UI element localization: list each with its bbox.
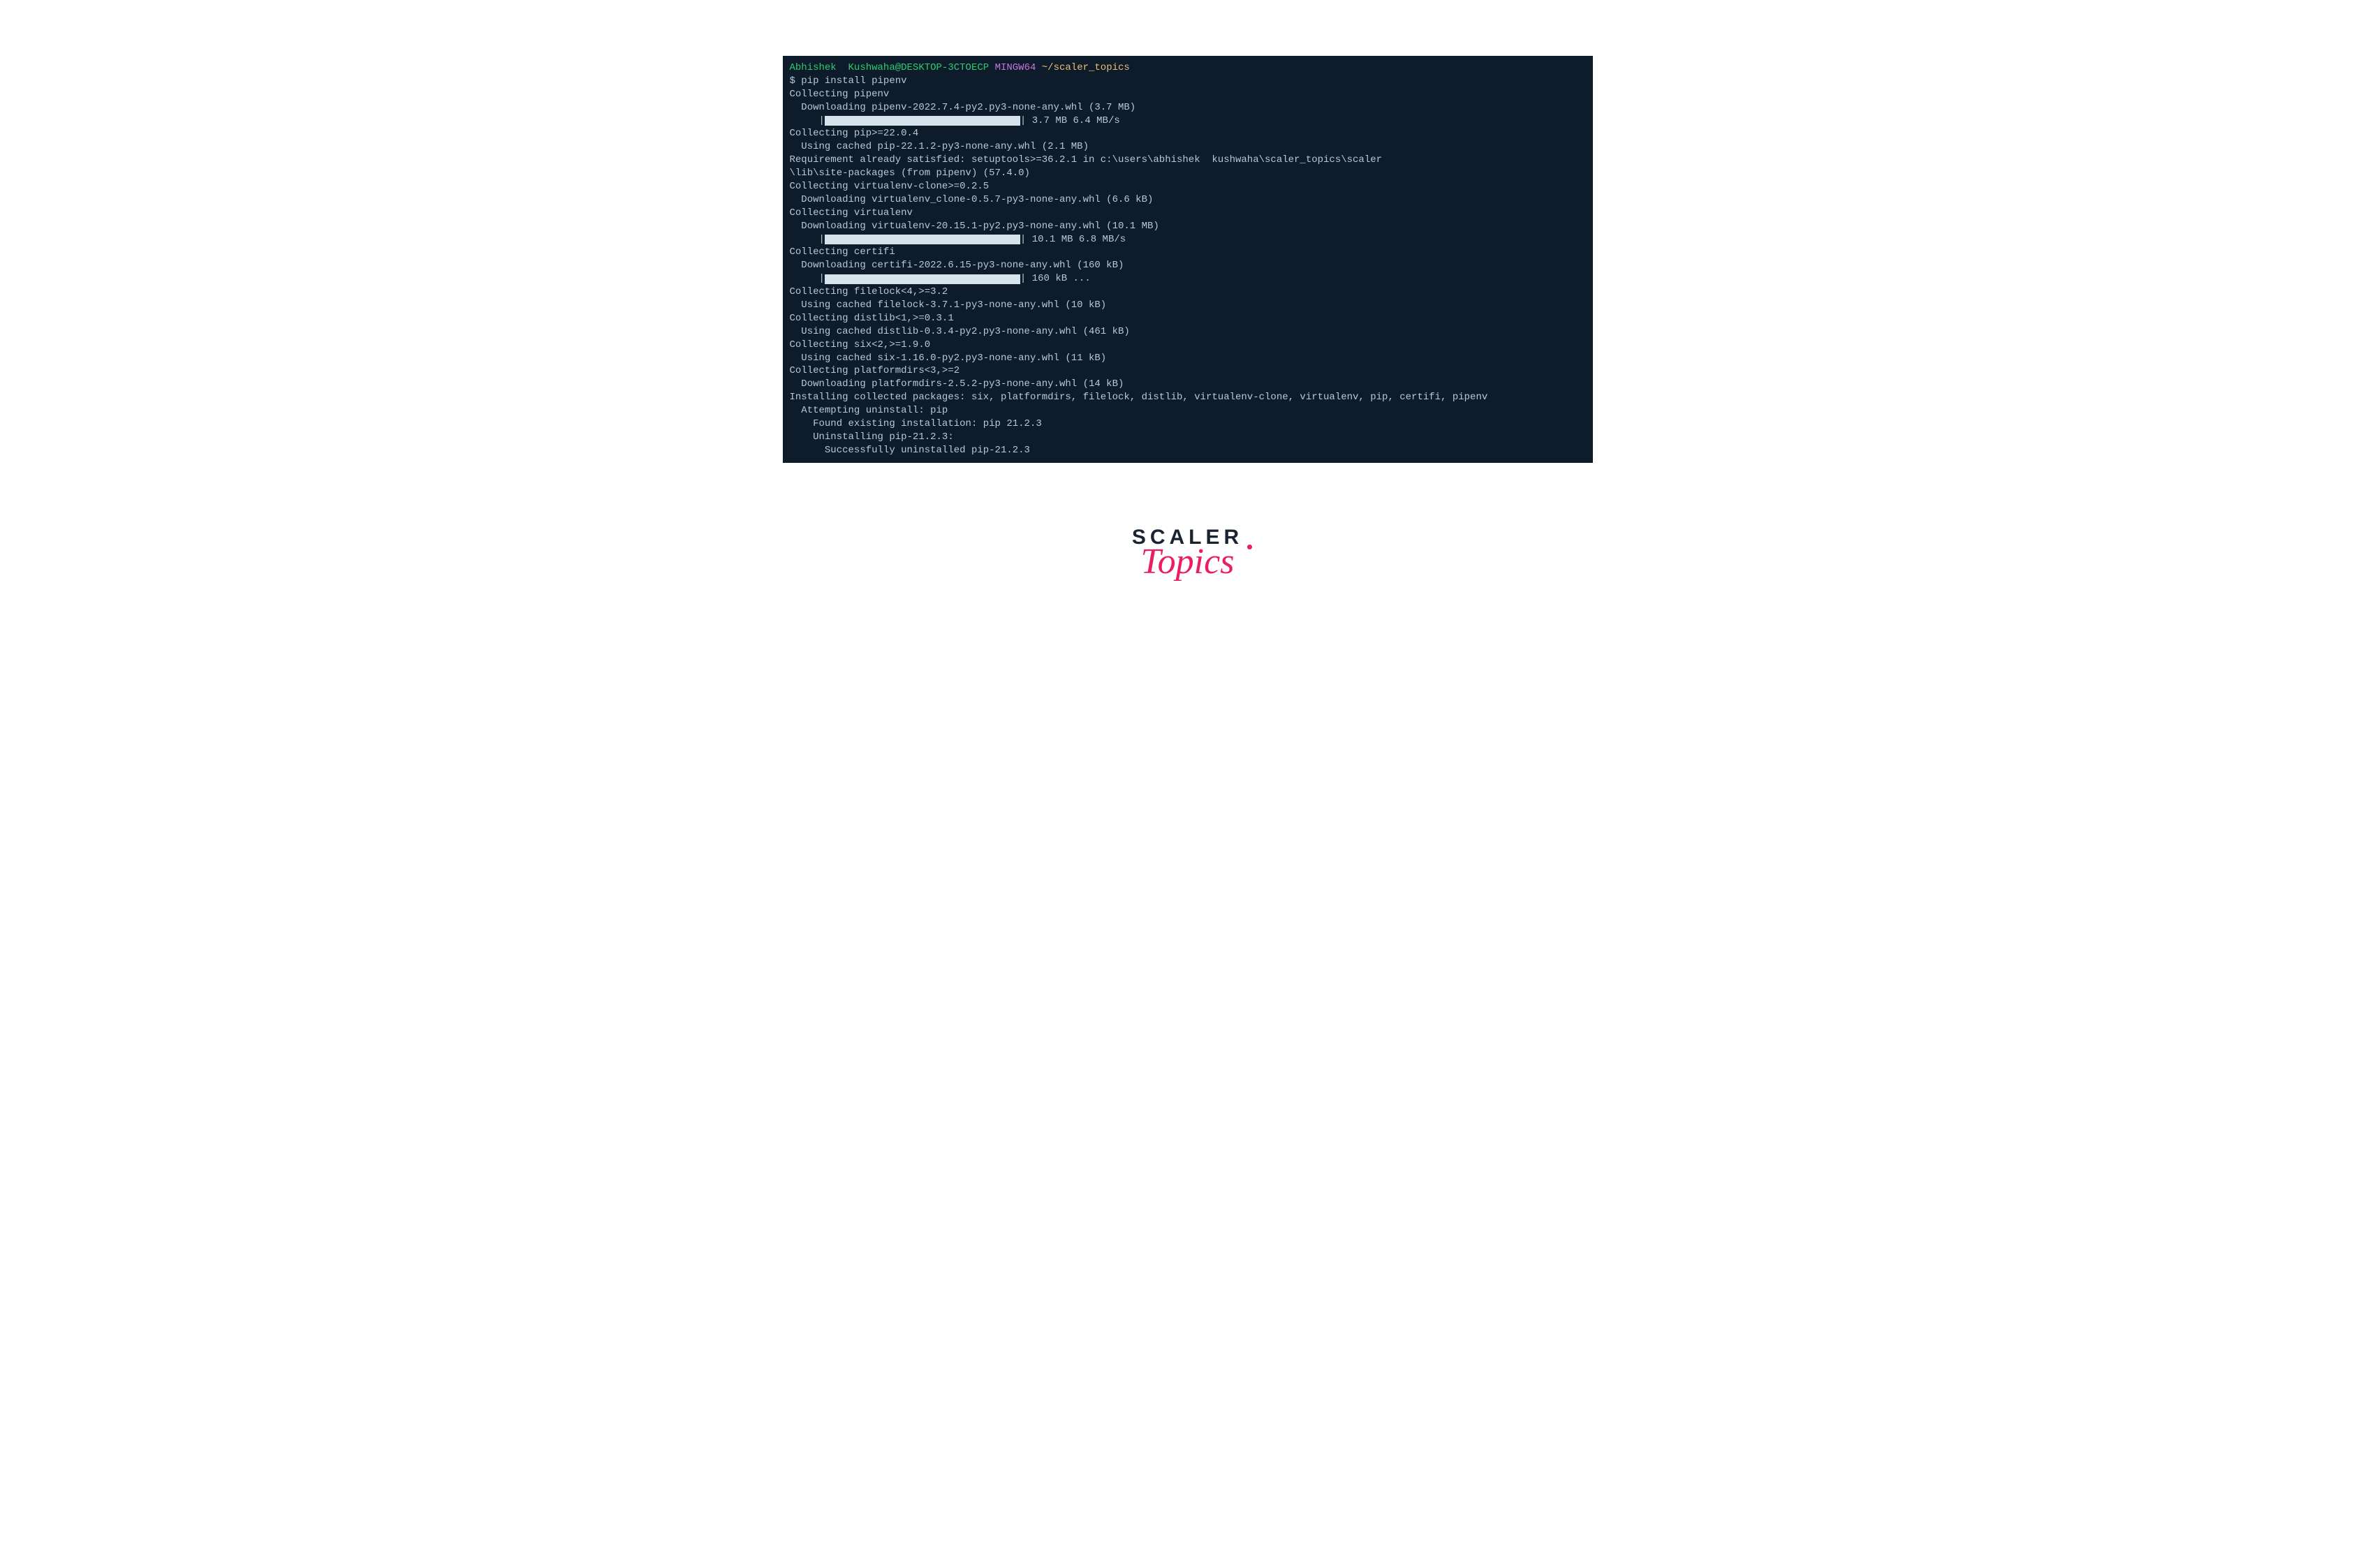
terminal-output-line: Collecting distlib<1,>=0.3.1 (790, 312, 1587, 325)
terminal-output-line: Using cached filelock-3.7.1-py3-none-any… (790, 299, 1587, 312)
terminal-output-line: Attempting uninstall: pip (790, 404, 1587, 417)
terminal-output-block-1: Collecting pipenv Downloading pipenv-202… (790, 88, 1587, 114)
terminal-output-line: Collecting virtualenv-clone>=0.2.5 (790, 180, 1587, 193)
logo-topics-wrap: Topics (1141, 544, 1235, 580)
terminal-output-line: Collecting pip>=22.0.4 (790, 127, 1587, 140)
terminal-output-line: Using cached pip-22.1.2-py3-none-any.whl… (790, 140, 1587, 154)
progress-indent: | (790, 114, 825, 128)
progress-fill (825, 116, 1020, 126)
progress-fill (825, 235, 1020, 244)
scaler-topics-logo: SCALER Topics (1132, 526, 1243, 580)
prompt-shell: MINGW64 (995, 62, 1036, 73)
progress-bar-line-2: | | 10.1 MB 6.8 MB/s (790, 233, 1587, 246)
terminal-output-line: Collecting certifi (790, 246, 1587, 259)
terminal-output-line: Using cached distlib-0.3.4-py2.py3-none-… (790, 325, 1587, 339)
terminal-output-line: \lib\site-packages (from pipenv) (57.4.0… (790, 167, 1587, 180)
progress-post-text: | 10.1 MB 6.8 MB/s (1020, 233, 1126, 246)
terminal-output-line: Installing collected packages: six, plat… (790, 391, 1587, 404)
logo-dot-icon (1247, 545, 1252, 549)
terminal-output-line: Downloading virtualenv_clone-0.5.7-py3-n… (790, 193, 1587, 207)
terminal-window: Abhishek Kushwaha@DESKTOP-3CTOECP MINGW6… (783, 56, 1593, 463)
terminal-output-line: Using cached six-1.16.0-py2.py3-none-any… (790, 352, 1587, 365)
terminal-output-line: Collecting virtualenv (790, 207, 1587, 220)
terminal-output-line: Collecting pipenv (790, 88, 1587, 101)
progress-post-text: | 160 kB ... (1020, 272, 1091, 286)
progress-fill (825, 274, 1020, 284)
prompt-user-host: Abhishek Kushwaha@DESKTOP-3CTOECP (790, 62, 990, 73)
progress-indent: | (790, 272, 825, 286)
terminal-command: $ pip install pipenv (790, 75, 1587, 88)
terminal-output-line: Collecting filelock<4,>=3.2 (790, 286, 1587, 299)
progress-indent: | (790, 233, 825, 246)
progress-bar-line-1: | | 3.7 MB 6.4 MB/s (790, 114, 1587, 128)
terminal-output-line: Found existing installation: pip 21.2.3 (790, 417, 1587, 431)
terminal-output-line: Downloading certifi-2022.6.15-py3-none-a… (790, 259, 1587, 272)
terminal-output-line: Requirement already satisfied: setuptool… (790, 154, 1587, 167)
terminal-output-block-2: Collecting pip>=22.0.4 Using cached pip-… (790, 127, 1587, 232)
terminal-output-line: Collecting platformdirs<3,>=2 (790, 364, 1587, 378)
terminal-output-line: Downloading platformdirs-2.5.2-py3-none-… (790, 378, 1587, 391)
terminal-output-line: Uninstalling pip-21.2.3: (790, 431, 1587, 444)
terminal-prompt-line: Abhishek Kushwaha@DESKTOP-3CTOECP MINGW6… (790, 61, 1587, 75)
progress-bar-line-3: | | 160 kB ... (790, 272, 1587, 286)
terminal-output-line: Downloading virtualenv-20.15.1-py2.py3-n… (790, 220, 1587, 233)
progress-post-text: | 3.7 MB 6.4 MB/s (1020, 114, 1120, 128)
terminal-output-line: Successfully uninstalled pip-21.2.3 (790, 444, 1587, 457)
logo-topics-text: Topics (1141, 542, 1235, 582)
terminal-output-line: Downloading pipenv-2022.7.4-py2.py3-none… (790, 101, 1587, 114)
terminal-output-block-4: Collecting filelock<4,>=3.2 Using cached… (790, 286, 1587, 457)
terminal-output-line: Collecting six<2,>=1.9.0 (790, 339, 1587, 352)
prompt-path: ~/scaler_topics (1042, 62, 1130, 73)
terminal-output-block-3: Collecting certifi Downloading certifi-2… (790, 246, 1587, 272)
